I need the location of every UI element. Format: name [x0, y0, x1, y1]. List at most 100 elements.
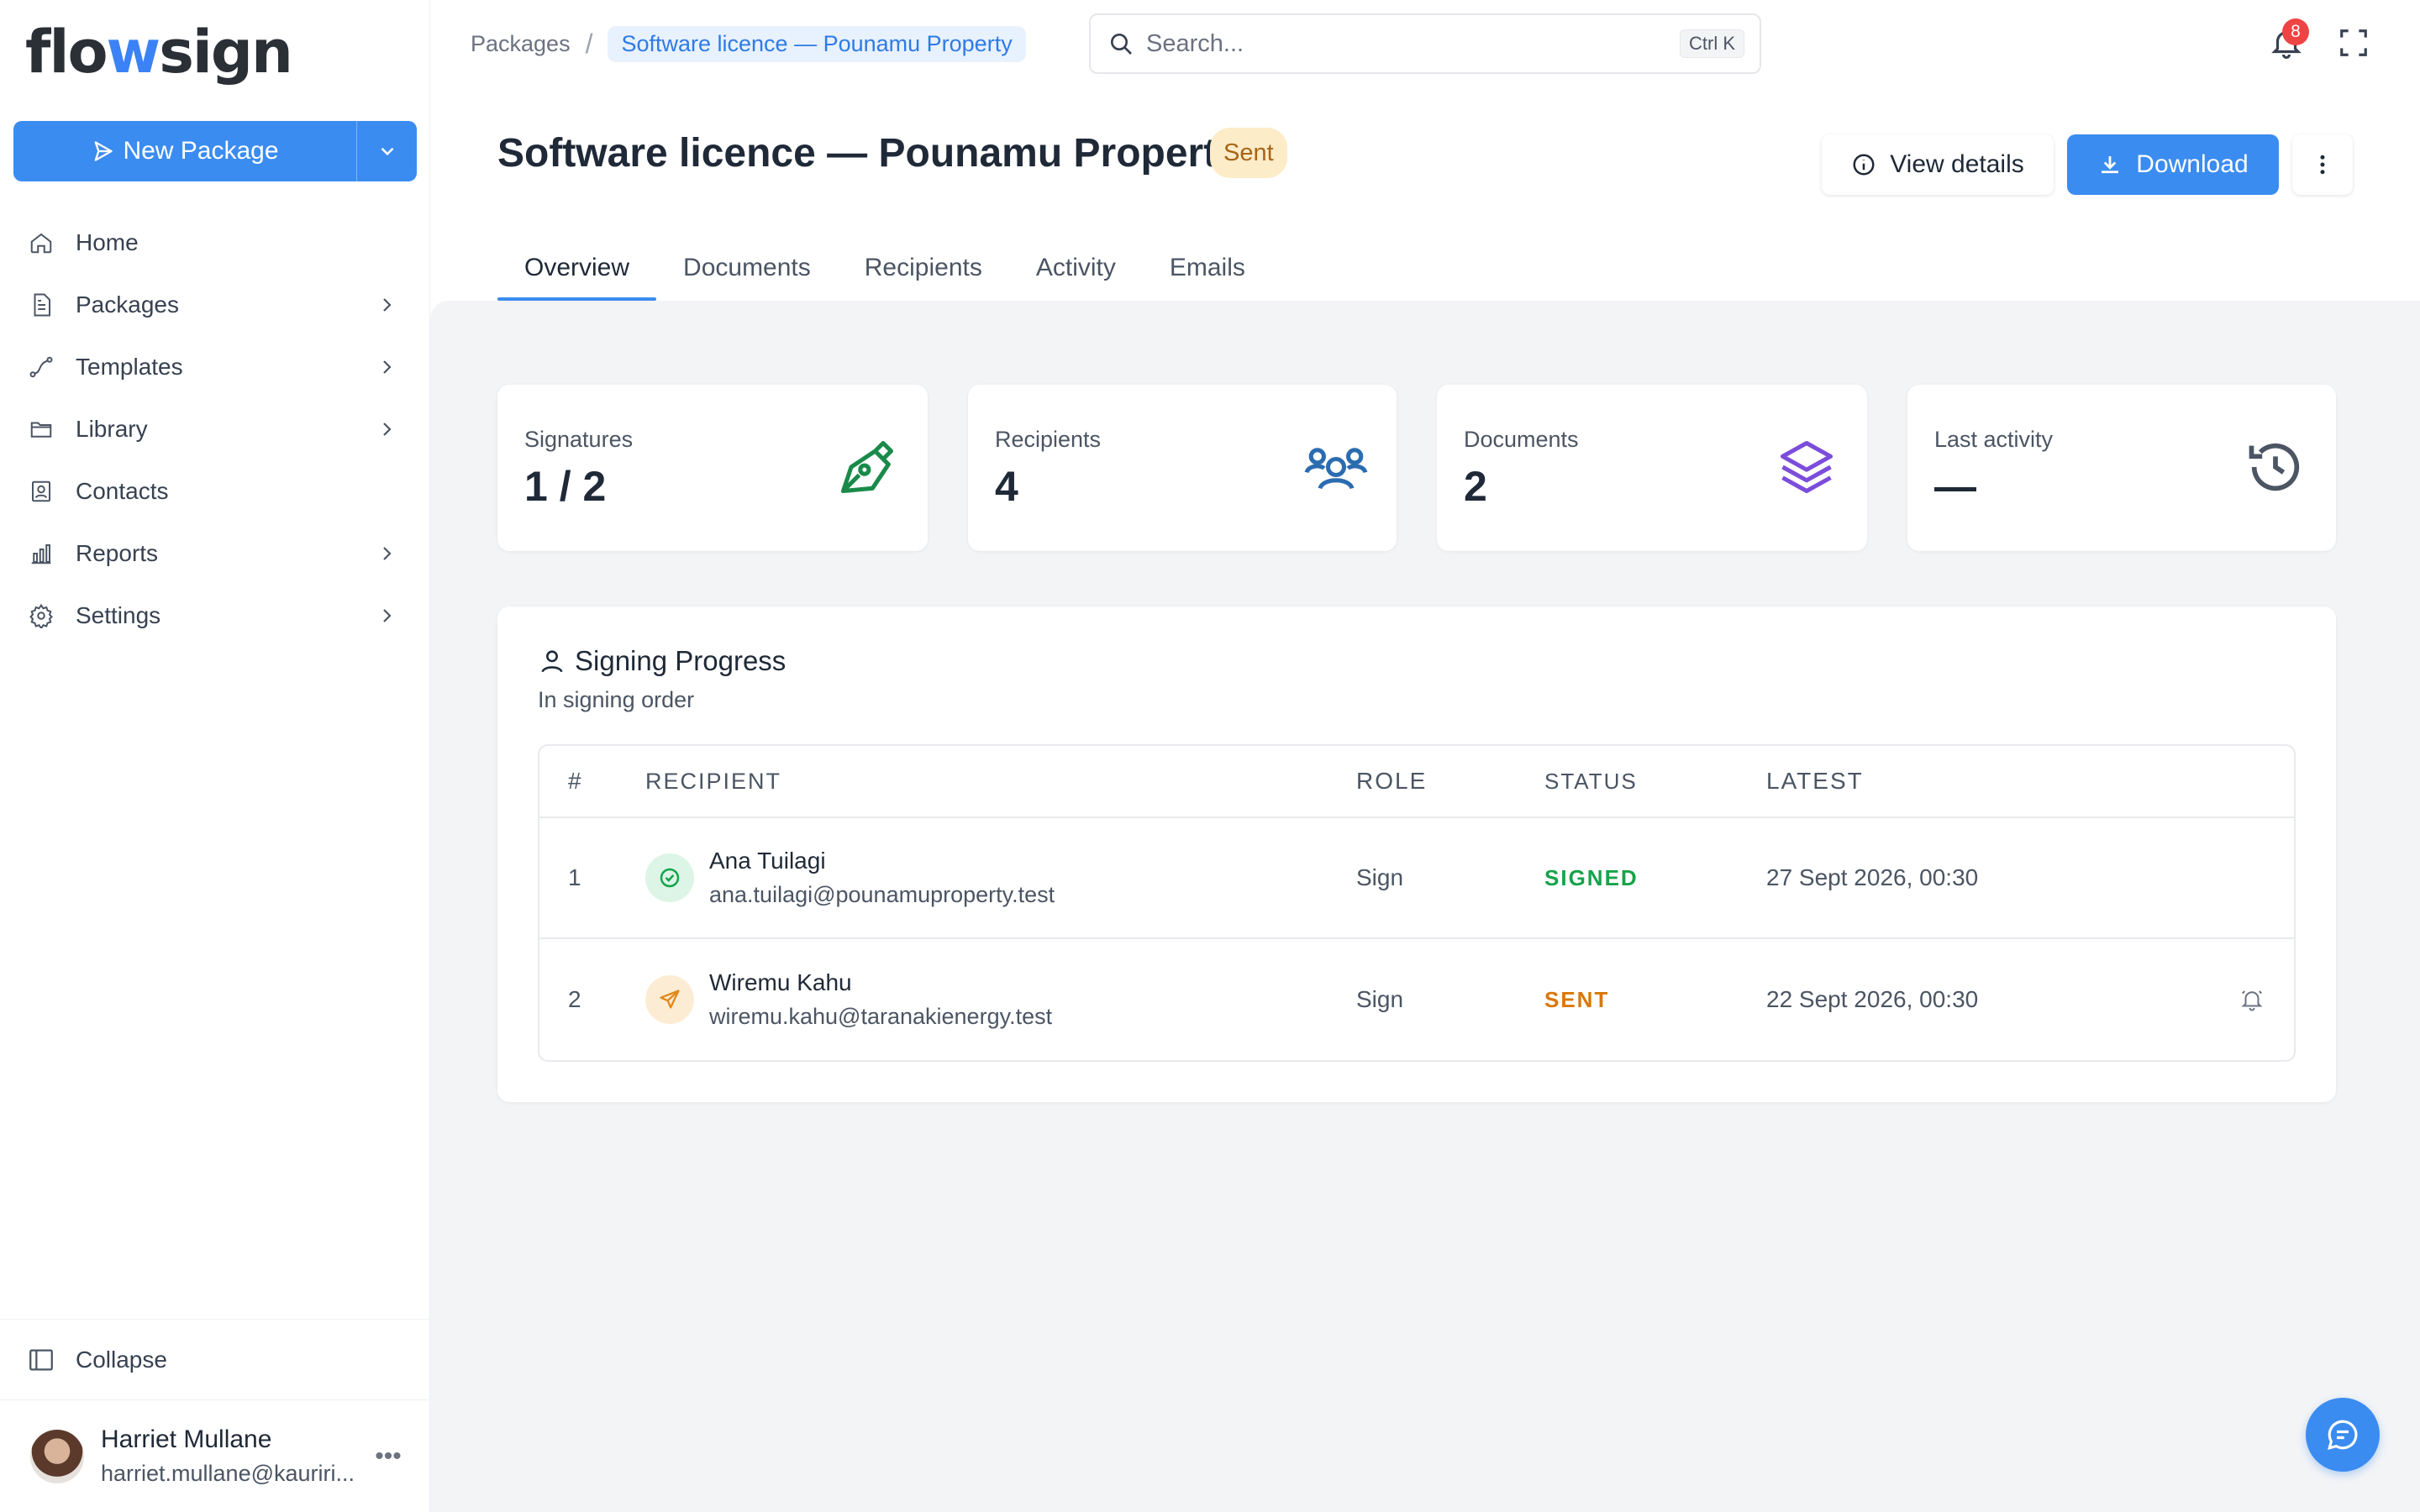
- check-circle-icon: [645, 853, 694, 902]
- tab-recipients[interactable]: Recipients: [838, 242, 1009, 301]
- user-profile[interactable]: Harriet Mullane harriet.mullane@kauriri.…: [0, 1400, 430, 1512]
- sidebar-item-library[interactable]: Library: [0, 398, 430, 460]
- column-header-latest: LATEST: [1766, 768, 1864, 794]
- app-root: flowsign New Package Home Packages Templ…: [0, 0, 2420, 1512]
- search-shortcut-hint: Ctrl K: [1680, 29, 1744, 58]
- sidebar-item-label: Contacts: [76, 478, 169, 504]
- sidebar-item-home[interactable]: Home: [0, 212, 430, 274]
- recipient-name: Ana Tuilagi: [709, 848, 826, 874]
- view-details-button[interactable]: View details: [1822, 134, 2054, 195]
- history-icon: [2249, 443, 2300, 491]
- overview-content: Signatures 1 / 2 Recipients 4 Documents …: [430, 301, 2420, 1512]
- new-package-button[interactable]: New Package: [13, 121, 356, 181]
- avatar: [30, 1430, 84, 1483]
- breadcrumb-packages[interactable]: Packages: [471, 31, 571, 57]
- stat-card-documents: Documents 2: [1437, 385, 1867, 551]
- search-input[interactable]: [1146, 29, 1680, 58]
- stat-value: 4: [995, 463, 1018, 510]
- fullscreen-icon[interactable]: [2338, 27, 2370, 59]
- column-header-status: STATUS: [1544, 768, 1638, 794]
- tab-activity[interactable]: Activity: [1009, 242, 1143, 301]
- chat-button[interactable]: [2306, 1398, 2380, 1472]
- more-horizontal-icon[interactable]: •••: [371, 1442, 405, 1471]
- folder-icon: [27, 415, 55, 444]
- chevron-right-icon: [383, 547, 392, 560]
- home-icon: [27, 228, 55, 257]
- sidebar-item-templates[interactable]: Templates: [0, 336, 430, 398]
- recipient-details: Ana Tuilagi ana.tuilagi@pounamuproperty.…: [709, 844, 1055, 911]
- column-header-number: #: [568, 768, 581, 794]
- info-icon: [1853, 154, 1875, 176]
- app-logo[interactable]: flowsign: [25, 18, 293, 86]
- row-number: 2: [568, 986, 581, 1012]
- recipient-role: Sign: [1356, 864, 1404, 890]
- notification-count-badge: 8: [2282, 18, 2309, 45]
- recipient-status: SENT: [1544, 986, 1610, 1012]
- chevron-right-icon: [383, 298, 392, 312]
- sidebar-item-label: Settings: [76, 602, 161, 628]
- user-name: Harriet Mullane: [101, 1425, 272, 1453]
- layers-icon: [1780, 440, 1833, 494]
- page-title: Software licence — Pounamu Property: [497, 131, 1239, 176]
- stat-card-recipients: Recipients 4: [968, 385, 1397, 551]
- sidebar-nav: Home Packages Templates Library Contacts: [0, 212, 430, 647]
- more-vertical-icon: [2320, 155, 2325, 175]
- row-actions: [2210, 987, 2294, 1012]
- sidebar: flowsign New Package Home Packages Templ…: [0, 0, 430, 1512]
- stat-label: Last activity: [1934, 427, 2054, 452]
- users-icon: [1304, 448, 1368, 490]
- stat-card-last-activity: Last activity —: [1907, 385, 2336, 551]
- new-package-dropdown-button[interactable]: [356, 121, 417, 181]
- sidebar-item-contacts[interactable]: Contacts: [0, 460, 430, 522]
- stat-value: 1 / 2: [524, 463, 607, 510]
- column-header-recipient: RECIPIENT: [645, 768, 782, 794]
- signing-progress-subtitle: In signing order: [538, 687, 695, 712]
- new-package-button-group: New Package: [13, 121, 417, 181]
- stat-card-signatures: Signatures 1 / 2: [497, 385, 928, 551]
- tab-documents[interactable]: Documents: [656, 242, 838, 301]
- recipient-email: ana.tuilagi@pounamuproperty.test: [709, 882, 1055, 907]
- pen-nib-icon: [840, 440, 894, 494]
- sidebar-item-label: Library: [76, 416, 148, 442]
- stat-value: —: [1934, 463, 1976, 510]
- search-bar[interactable]: Ctrl K: [1089, 13, 1761, 74]
- recipient-latest: 27 Sept 2026, 00:30: [1766, 864, 1979, 890]
- sidebar-item-label: Reports: [76, 540, 159, 566]
- recipient-cell: Wiremu Kahu wiremu.kahu@taranakienergy.t…: [645, 966, 1356, 1033]
- recipient-name: Wiremu Kahu: [709, 969, 852, 995]
- recipient-cell: Ana Tuilagi ana.tuilagi@pounamuproperty.…: [645, 844, 1356, 911]
- tab-bar: Overview Documents Recipients Activity E…: [497, 242, 1272, 301]
- gear-icon: [27, 601, 55, 630]
- sidebar-item-label: Templates: [76, 354, 183, 380]
- view-details-label: View details: [1890, 150, 2024, 178]
- chevron-down-icon: [381, 147, 393, 156]
- signing-progress-title-text: Signing Progress: [575, 645, 786, 676]
- sidebar-item-settings[interactable]: Settings: [0, 585, 430, 647]
- collapse-button[interactable]: Collapse: [0, 1320, 430, 1400]
- table-row[interactable]: 2 Wiremu Kahu wiremu.kahu@taranakienergy…: [539, 939, 2294, 1060]
- send-icon: [645, 975, 694, 1024]
- row-number: 1: [568, 864, 581, 890]
- table-header: # RECIPIENT ROLE STATUS LATEST: [539, 746, 2294, 818]
- reminder-bell-icon[interactable]: [2239, 987, 2265, 1012]
- breadcrumb-current[interactable]: Software licence — Pounamu Property: [608, 25, 1026, 62]
- more-options-button[interactable]: [2292, 134, 2353, 195]
- signing-progress-title: Signing Progress: [538, 645, 786, 677]
- chevron-right-icon: [383, 609, 392, 622]
- chevron-right-icon: [383, 423, 392, 436]
- new-package-label: New Package: [123, 137, 279, 165]
- bar-chart-icon: [27, 539, 55, 568]
- table-row[interactable]: 1 Ana Tuilagi ana.tuilagi@pounamupropert…: [539, 818, 2294, 939]
- recipient-status: SIGNED: [1544, 864, 1639, 890]
- download-button[interactable]: Download: [2067, 134, 2279, 195]
- sidebar-item-packages[interactable]: Packages: [0, 274, 430, 336]
- tab-overview[interactable]: Overview: [497, 242, 657, 301]
- breadcrumb: Packages / Software licence — Pounamu Pr…: [471, 24, 1026, 64]
- stat-label: Documents: [1464, 427, 1579, 452]
- tab-emails[interactable]: Emails: [1143, 242, 1272, 301]
- stat-label: Recipients: [995, 427, 1102, 452]
- collapse-label: Collapse: [76, 1346, 167, 1373]
- sidebar-item-reports[interactable]: Reports: [0, 522, 430, 585]
- chevron-right-icon: [383, 360, 392, 374]
- recipient-details: Wiremu Kahu wiremu.kahu@taranakienergy.t…: [709, 966, 1052, 1033]
